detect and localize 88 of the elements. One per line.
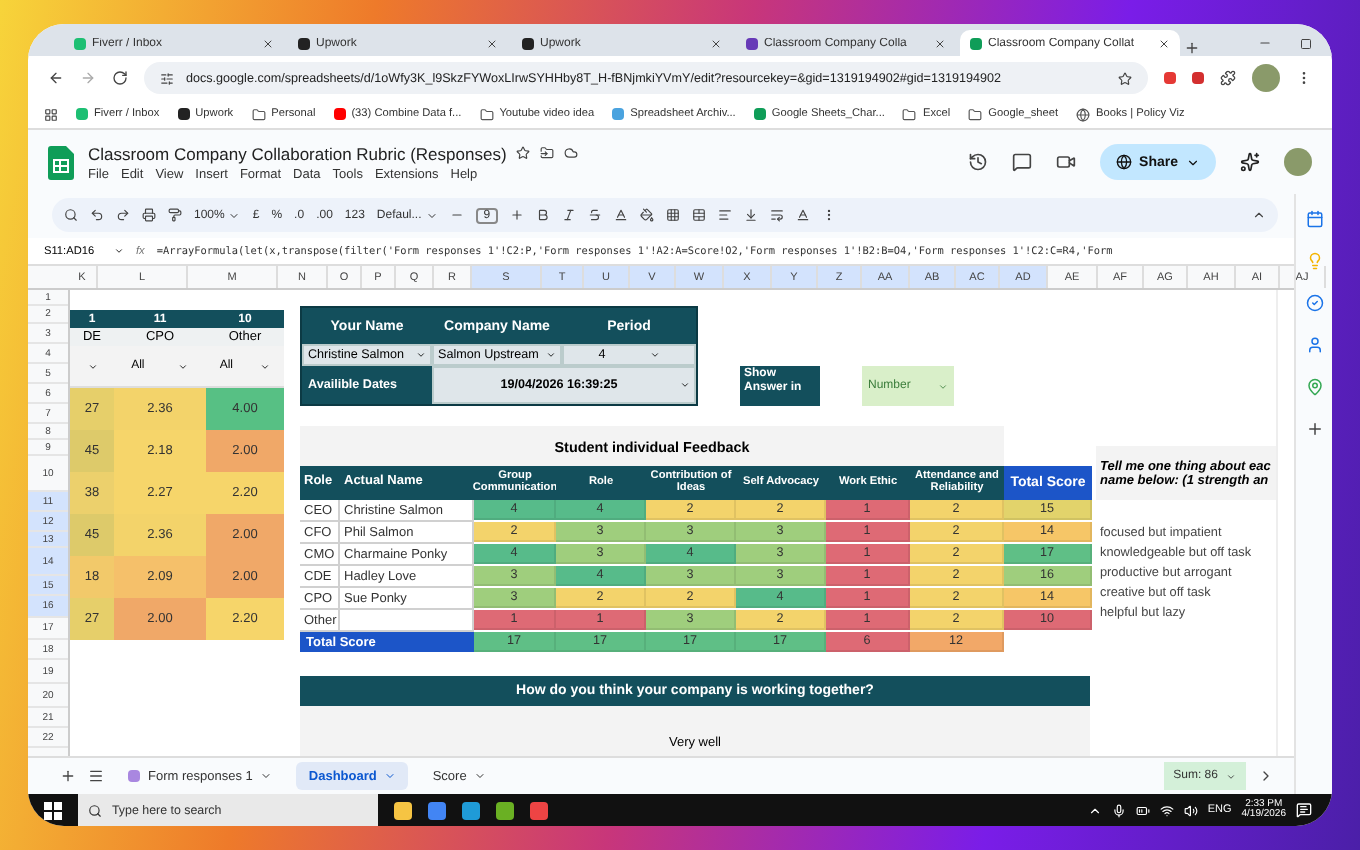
chevron-right-icon[interactable] xyxy=(1258,768,1274,784)
sheets-logo-icon[interactable] xyxy=(48,145,74,179)
extension-icon[interactable] xyxy=(1164,72,1176,84)
close-icon[interactable] xyxy=(934,37,946,49)
bold-icon[interactable] xyxy=(536,208,551,222)
site-icon xyxy=(74,37,86,49)
borders-icon[interactable] xyxy=(666,208,681,222)
notification-icon[interactable] xyxy=(1296,802,1312,818)
volume-icon[interactable] xyxy=(1183,803,1198,817)
back-icon[interactable] xyxy=(48,70,64,86)
tray-icon[interactable] xyxy=(1087,803,1102,817)
user-avatar[interactable] xyxy=(1284,148,1312,176)
strikethrough-icon[interactable] xyxy=(588,208,603,222)
folder-icon[interactable] xyxy=(968,107,983,121)
reload-icon[interactable] xyxy=(112,70,128,86)
text-color-icon[interactable] xyxy=(614,208,629,222)
add-sheet-icon[interactable] xyxy=(60,768,76,784)
search-icon[interactable] xyxy=(64,208,78,222)
bookmark-star-icon[interactable] xyxy=(1118,71,1132,85)
text-rotation-icon[interactable] xyxy=(796,208,811,222)
plus-icon[interactable] xyxy=(1305,420,1323,438)
comment-icon[interactable] xyxy=(1011,152,1032,172)
star-icon[interactable] xyxy=(516,146,531,160)
wifi-icon[interactable] xyxy=(1159,803,1174,817)
collapse-icon[interactable] xyxy=(1252,208,1266,222)
close-icon[interactable] xyxy=(1158,37,1170,49)
map-pin-icon[interactable] xyxy=(1305,378,1323,396)
form-icon xyxy=(128,770,140,782)
caret-icon[interactable] xyxy=(1186,155,1200,169)
caret-icon[interactable] xyxy=(649,350,660,360)
folder-icon[interactable] xyxy=(902,107,917,121)
italic-icon[interactable] xyxy=(562,208,577,222)
merge-cells-icon[interactable] xyxy=(692,208,707,222)
site-settings-icon[interactable] xyxy=(160,71,174,85)
apps-icon[interactable] xyxy=(44,107,58,121)
site-icon xyxy=(746,37,758,49)
cloud-icon[interactable] xyxy=(564,146,579,160)
move-folder-icon[interactable] xyxy=(540,146,555,160)
battery-icon[interactable] xyxy=(1135,803,1150,817)
caret-icon[interactable] xyxy=(680,380,690,390)
caret-icon[interactable] xyxy=(260,361,271,371)
site-icon xyxy=(753,108,766,120)
site-icon xyxy=(970,37,982,49)
mic-icon[interactable] xyxy=(1111,803,1126,817)
search-icon[interactable] xyxy=(88,803,102,817)
caret-icon[interactable] xyxy=(87,361,97,371)
sparkle-icon[interactable] xyxy=(1240,152,1260,172)
caret-icon[interactable] xyxy=(178,361,189,371)
sheet-list-icon[interactable] xyxy=(88,768,104,784)
undo-icon[interactable] xyxy=(90,208,104,222)
site-icon xyxy=(612,108,625,120)
globe-icon[interactable] xyxy=(1076,107,1091,121)
new-tab-icon[interactable] xyxy=(1184,40,1200,56)
document-title[interactable]: Classroom Company Collaboration Rubric (Responses) xyxy=(88,143,507,163)
table-cell xyxy=(340,610,474,632)
tasks-icon[interactable] xyxy=(1305,294,1323,312)
folder-icon[interactable] xyxy=(251,107,266,121)
calendar-icon[interactable] xyxy=(1305,210,1323,228)
plus-icon[interactable] xyxy=(510,208,525,222)
caret-icon[interactable] xyxy=(416,350,426,360)
folder-icon[interactable] xyxy=(479,107,494,121)
caret-icon[interactable] xyxy=(546,350,556,360)
fill-color-icon[interactable] xyxy=(640,208,655,222)
vertical-align-icon[interactable] xyxy=(744,208,759,222)
align-icon[interactable] xyxy=(718,208,733,222)
video-call-icon[interactable] xyxy=(1055,152,1076,172)
globe-icon[interactable] xyxy=(1115,154,1132,170)
close-icon[interactable] xyxy=(710,37,722,49)
close-icon[interactable] xyxy=(486,37,498,49)
close-icon[interactable] xyxy=(262,37,274,49)
wrap-text-icon[interactable] xyxy=(770,208,785,222)
site-icon xyxy=(298,37,310,49)
site-icon xyxy=(177,108,190,120)
paint-format-icon[interactable] xyxy=(168,208,182,222)
contacts-icon[interactable] xyxy=(1305,336,1323,354)
redo-icon[interactable] xyxy=(116,208,130,222)
site-icon xyxy=(333,108,346,120)
history-icon[interactable] xyxy=(967,152,988,172)
profile-avatar[interactable] xyxy=(1252,64,1280,92)
extension-icon[interactable] xyxy=(1192,72,1204,84)
print-icon[interactable] xyxy=(142,208,156,222)
windows-logo-icon[interactable] xyxy=(44,801,62,819)
site-icon xyxy=(76,108,88,120)
folder-app-icon[interactable] xyxy=(394,801,412,819)
extensions-icon[interactable] xyxy=(1220,70,1236,86)
caret-icon[interactable] xyxy=(114,246,124,256)
site-icon xyxy=(522,37,534,49)
maximize-icon[interactable] xyxy=(1300,37,1312,49)
